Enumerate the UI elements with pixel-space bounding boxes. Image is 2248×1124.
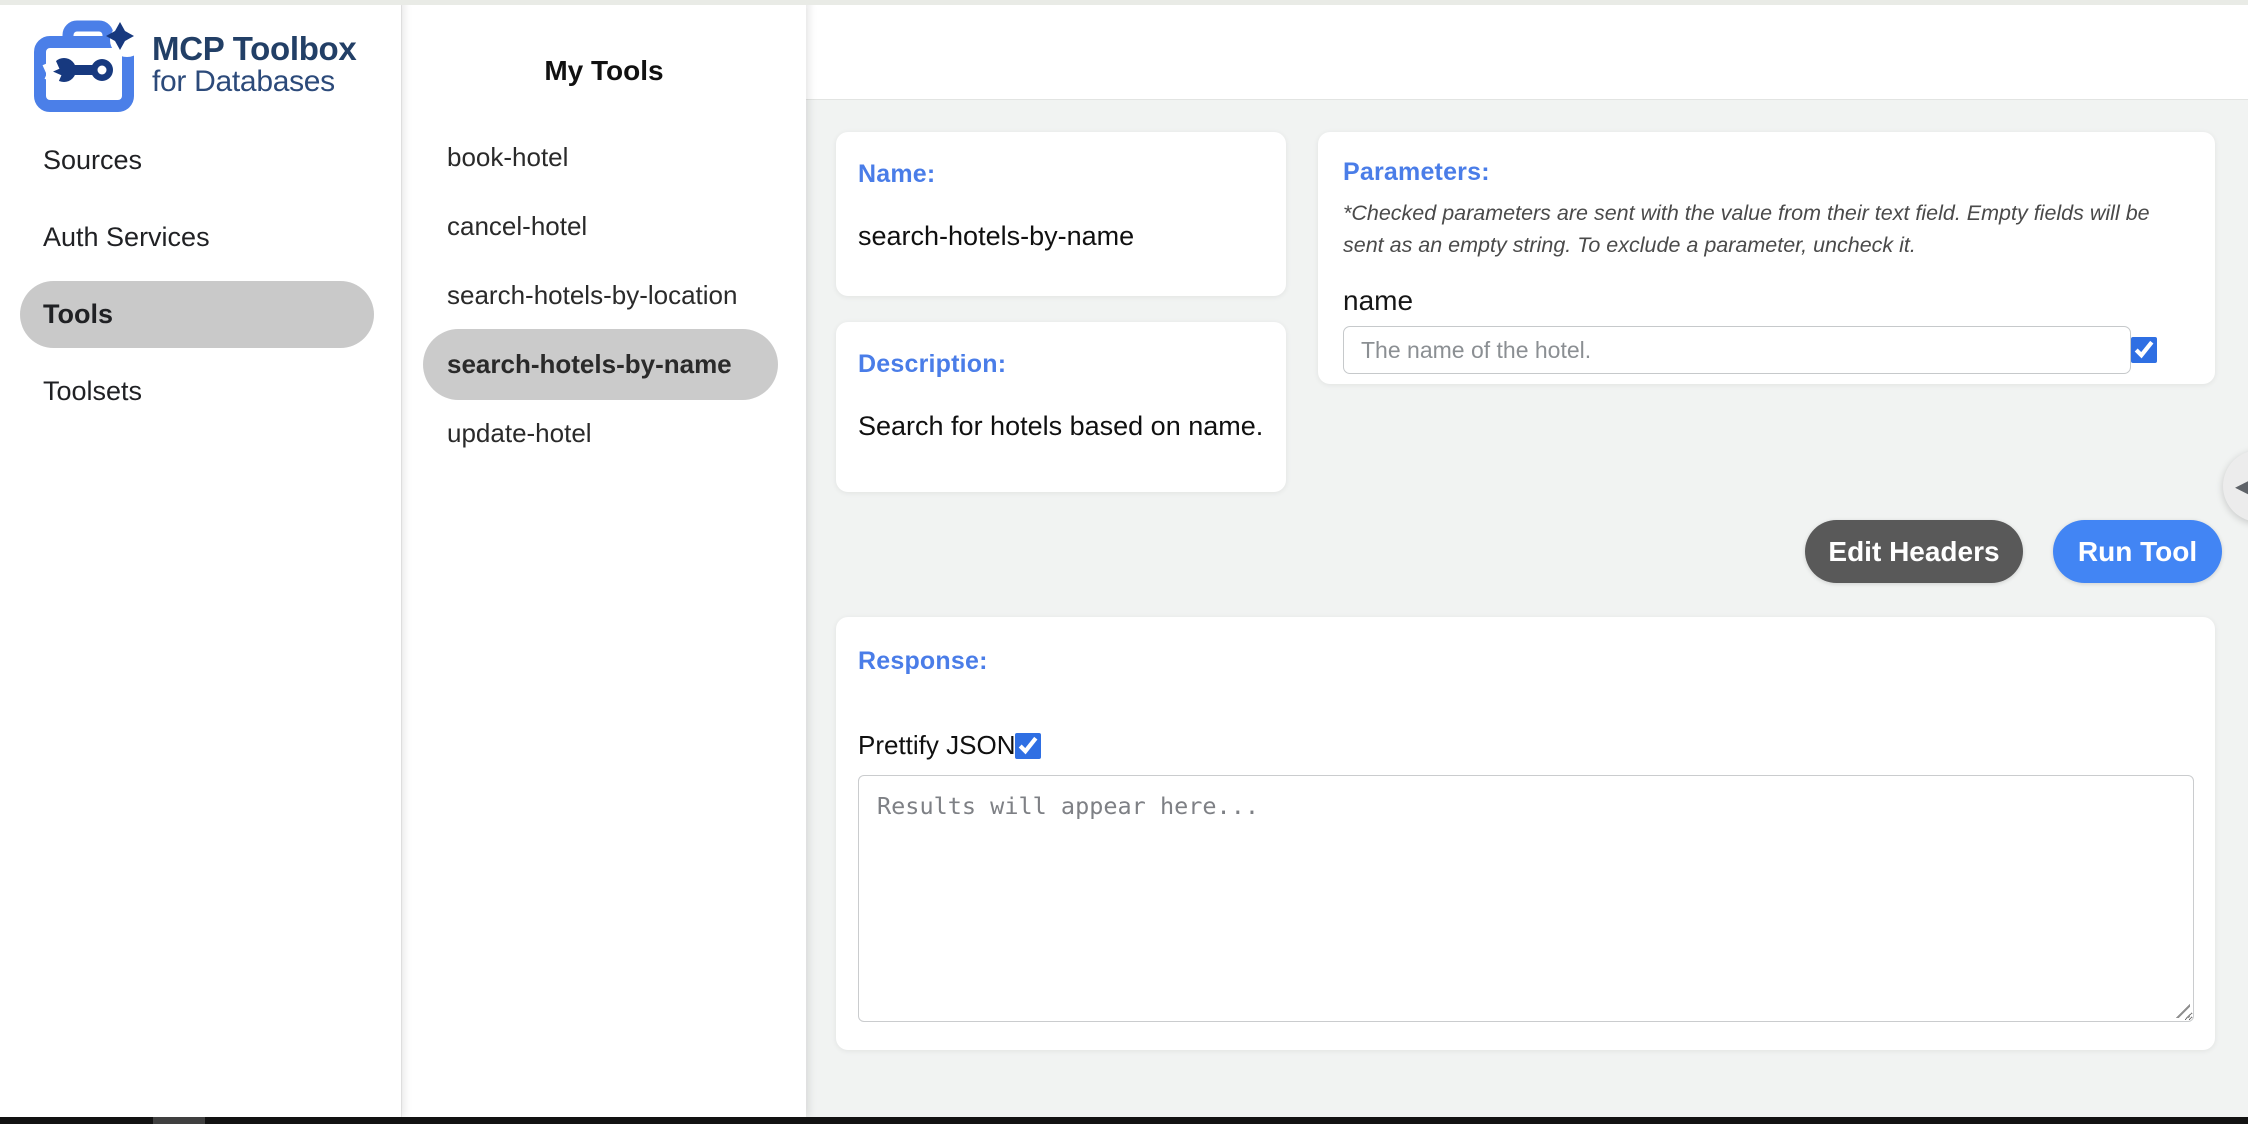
main-header — [806, 0, 2248, 100]
parameters-heading: Parameters: — [1343, 158, 2190, 187]
response-output-textarea[interactable] — [858, 775, 2194, 1022]
sidebar: MCP Toolbox for Databases Sources Auth Se… — [0, 0, 401, 1117]
tool-item-book-hotel[interactable]: book-hotel — [423, 129, 778, 186]
panel-toggle-button[interactable]: ◀ — [2223, 450, 2248, 522]
window-top-edge — [0, 0, 2248, 5]
toolbox-logo-icon — [34, 20, 134, 112]
tool-list: book-hotel cancel-hotel search-hotels-by-l… — [402, 123, 806, 468]
tool-description-value: Search for hotels based on name. — [858, 411, 1264, 442]
prettify-json-checkbox[interactable] — [1015, 733, 1041, 759]
prettify-row: Prettify JSON — [858, 730, 2193, 761]
sidebar-item-sources[interactable]: Sources — [20, 128, 374, 193]
description-heading: Description: — [858, 350, 1264, 379]
tool-item-search-hotels-by-location[interactable]: search-hotels-by-location — [423, 267, 778, 324]
sidebar-nav: Sources Auth Services Tools Toolsets — [0, 122, 401, 430]
response-card: Response: Prettify JSON — [836, 617, 2215, 1050]
name-heading: Name: — [858, 160, 1264, 189]
parameter-name-checkbox[interactable] — [2131, 337, 2157, 363]
parameter-name-label: name — [1343, 285, 2190, 317]
name-card: Name: search-hotels-by-name — [836, 132, 1286, 296]
tools-panel: My Tools book-hotel cancel-hotel search-ho… — [401, 0, 806, 1117]
response-heading: Response: — [858, 647, 2193, 676]
tools-panel-title: My Tools — [402, 55, 806, 87]
sidebar-item-toolsets[interactable]: Toolsets — [20, 359, 374, 424]
bottom-edge-bar — [0, 1117, 2248, 1124]
logo-subtitle: for Databases — [152, 66, 356, 98]
logo-title: MCP Toolbox — [152, 32, 356, 66]
tool-name-value: search-hotels-by-name — [858, 221, 1264, 252]
sidebar-item-tools[interactable]: Tools — [20, 281, 374, 348]
tool-item-cancel-hotel[interactable]: cancel-hotel — [423, 198, 778, 255]
app-logo: MCP Toolbox for Databases — [34, 20, 374, 104]
parameters-card: Parameters: *Checked parameters are sent… — [1318, 132, 2215, 384]
edit-headers-button[interactable]: Edit Headers — [1805, 520, 2023, 583]
response-output-wrapper — [858, 775, 2194, 1022]
parameters-note-line-2: sent as an empty string. To exclude a pa… — [1343, 229, 2190, 261]
parameters-note-line-1: *Checked parameters are sent with the va… — [1343, 197, 2190, 229]
tool-item-update-hotel[interactable]: update-hotel — [423, 405, 778, 462]
description-card: Description: Search for hotels based on … — [836, 322, 1286, 492]
main-content: Name: search-hotels-by-name Description:… — [806, 0, 2248, 1117]
tool-item-search-hotels-by-name[interactable]: search-hotels-by-name — [423, 329, 778, 400]
bottom-edge-bar-segment — [153, 1117, 205, 1124]
parameter-name-input[interactable] — [1343, 326, 2131, 374]
prettify-json-label: Prettify JSON — [858, 730, 1015, 761]
run-tool-button[interactable]: Run Tool — [2053, 520, 2222, 583]
collapse-left-icon: ◀ — [2235, 471, 2248, 502]
sidebar-item-auth-services[interactable]: Auth Services — [20, 205, 374, 270]
parameter-row — [1343, 326, 2190, 374]
